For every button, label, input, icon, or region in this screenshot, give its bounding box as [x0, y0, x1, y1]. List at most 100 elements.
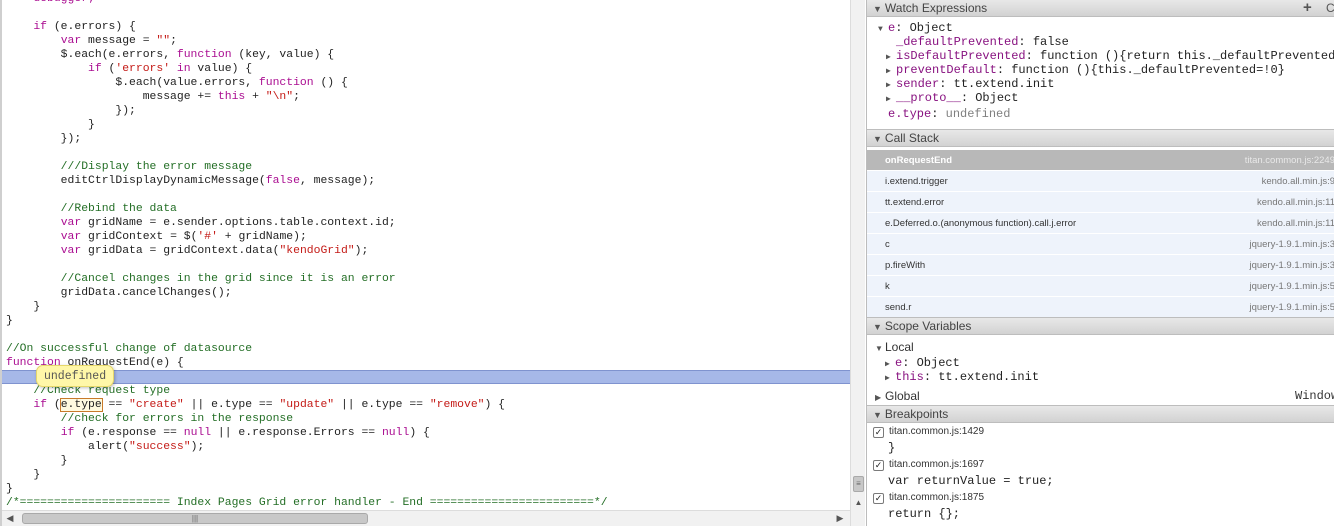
frame-source-link[interactable]: kendo.all.min.js:11	[1257, 213, 1334, 234]
add-watch-button[interactable]: +	[1303, 0, 1312, 16]
code-token: //check for errors in the response	[6, 413, 294, 425]
vertical-scroll-thumb[interactable]: ≡	[853, 476, 864, 492]
code-line[interactable]	[6, 6, 850, 20]
code-line[interactable]: });	[6, 104, 850, 118]
watch-extra-expression[interactable]: e.type: undefined	[888, 107, 1010, 121]
code-line[interactable]: if (e.response == null || e.response.Err…	[6, 426, 850, 440]
watch-root[interactable]: ▼ e: Object	[878, 21, 953, 35]
frame-source-link[interactable]: jquery-1.9.1.min.js:5	[1249, 297, 1334, 318]
scope-global[interactable]: ▶ Global Window	[875, 389, 1334, 403]
code-line[interactable]: }	[6, 454, 850, 468]
code-line[interactable]: ///Display the error message	[6, 160, 850, 174]
breakpoint-location[interactable]: titan.common.js:1429	[889, 426, 984, 437]
code-line[interactable]: //Check request type	[6, 384, 850, 398]
variable-value: Object	[916, 356, 960, 370]
scope-variable[interactable]: ▶ this: tt.extend.init	[885, 370, 1039, 384]
code-line[interactable]: //On successful change of datasource	[6, 342, 850, 356]
watch-expressions-header[interactable]: ▼ Watch Expressions + C	[867, 0, 1334, 17]
code-token: () {	[313, 77, 348, 89]
code-line[interactable]: var gridData = gridContext.data("kendoGr…	[6, 244, 850, 258]
code-line[interactable]: $.each(e.errors, function (key, value) {	[6, 48, 850, 62]
call-frame[interactable]: p.fireWith jquery-1.9.1.min.js:3	[867, 255, 1334, 276]
call-frame[interactable]: i.extend.trigger kendo.all.min.js:9	[867, 171, 1334, 192]
scope-variable[interactable]: ▶ e: Object	[885, 356, 960, 370]
frame-source-link[interactable]: kendo.all.min.js:9	[1262, 171, 1334, 192]
editor-vertical-scrollbar[interactable]: ≡ ▲	[850, 0, 865, 526]
code-line[interactable]: //check for errors in the response	[6, 412, 850, 426]
code-token: var	[60, 245, 82, 257]
code-token: (	[101, 63, 116, 75]
code-token: "kendoGrid"	[279, 245, 355, 257]
frame-source-link[interactable]: titan.common.js:2249	[1245, 150, 1334, 171]
code-line[interactable]	[6, 328, 850, 342]
scope-variables-header[interactable]: ▼ Scope Variables	[867, 317, 1334, 335]
code-line[interactable]: //Cancel changes in the grid since it is…	[6, 272, 850, 286]
watch-property[interactable]: ▶ __proto__: Object	[886, 91, 1018, 105]
watch-property[interactable]: ▶ isDefaultPrevented: function (){return …	[886, 49, 1334, 63]
code-line[interactable]: editCtrlDisplayDynamicMessage(false, mes…	[6, 174, 850, 188]
frame-source-link[interactable]: jquery-1.9.1.min.js:5	[1249, 276, 1334, 297]
scroll-up-arrow-icon[interactable]: ▲	[853, 497, 864, 508]
watch-property[interactable]: ▶ preventDefault: function (){this._defau…	[886, 63, 1285, 77]
code-line[interactable]: }	[6, 118, 850, 132]
watch-property[interactable]: _defaultPrevented: false	[886, 35, 1069, 49]
code-line[interactable]: if (e.type == "create" || e.type == "upd…	[6, 398, 850, 412]
breakpoint-checkbox[interactable]: ✓	[873, 493, 884, 504]
breakpoints-header[interactable]: ▼ Breakpoints	[867, 405, 1334, 423]
source-editor[interactable]: debugger; if (e.errors) { var message = …	[0, 0, 850, 526]
code-line[interactable]: });	[6, 132, 850, 146]
code-line[interactable]: gridData.cancelChanges();	[6, 286, 850, 300]
horizontal-scroll-thumb[interactable]: |||	[22, 513, 368, 524]
code-line[interactable]: //Rebind the data	[6, 202, 850, 216]
frame-source-link[interactable]: jquery-1.9.1.min.js:3	[1249, 255, 1334, 276]
call-frame[interactable]: e.Deferred.o.(anonymous function).call.j…	[867, 213, 1334, 234]
breakpoint-location[interactable]: titan.common.js:1875	[889, 492, 984, 503]
code-line[interactable]: $.each(value.errors, function () {	[6, 76, 850, 90]
property-value: tt.extend.init	[953, 77, 1055, 91]
code-token: });	[6, 133, 82, 145]
code-line[interactable]: if (e.errors) {	[6, 20, 850, 34]
frame-source-link[interactable]: jquery-1.9.1.min.js:3	[1249, 234, 1334, 255]
editor-horizontal-scrollbar[interactable]: ◀ ||| ▶	[2, 510, 850, 526]
scroll-left-arrow-icon[interactable]: ◀	[4, 512, 16, 525]
code-line[interactable]: /*====================== Index Pages Gri…	[6, 496, 850, 510]
code-line[interactable]	[6, 188, 850, 202]
code-line[interactable]: var message = "";	[6, 34, 850, 48]
scope-local[interactable]: ▼ Local	[875, 340, 914, 354]
code-line[interactable]: }	[6, 482, 850, 496]
breakpoint-checkbox[interactable]: ✓	[873, 460, 884, 471]
code-token: in	[176, 63, 191, 75]
code-token: (e.errors) {	[47, 21, 136, 33]
code-token: '#'	[197, 231, 218, 243]
refresh-watch-icon[interactable]: C	[1326, 0, 1334, 16]
code-line[interactable]: message += this + "\n";	[6, 90, 850, 104]
current-execution-line[interactable]	[2, 370, 850, 384]
code-line[interactable]: var gridName = e.sender.options.table.co…	[6, 216, 850, 230]
code-line[interactable]: }	[6, 314, 850, 328]
call-frame[interactable]: tt.extend.error kendo.all.min.js:11	[867, 192, 1334, 213]
variable-name: this	[895, 370, 924, 384]
scroll-right-arrow-icon[interactable]: ▶	[834, 512, 846, 525]
code-line[interactable]	[6, 146, 850, 160]
breakpoint-location[interactable]: titan.common.js:1697	[889, 459, 984, 470]
code-token: ==	[101, 399, 130, 411]
code-line[interactable]	[6, 258, 850, 272]
call-frame-selected[interactable]: onRequestEnd titan.common.js:2249	[867, 150, 1334, 171]
code-line[interactable]: alert("success");	[6, 440, 850, 454]
call-frame[interactable]: k jquery-1.9.1.min.js:5	[867, 276, 1334, 297]
code-line[interactable]: function onRequestEnd(e) {	[6, 356, 850, 370]
call-frame[interactable]: c jquery-1.9.1.min.js:3	[867, 234, 1334, 255]
breakpoint-checkbox[interactable]: ✓	[873, 427, 884, 438]
frame-source-link[interactable]: kendo.all.min.js:11	[1257, 192, 1334, 213]
code-line[interactable]: }	[6, 300, 850, 314]
call-stack-header[interactable]: ▼ Call Stack	[867, 129, 1334, 147]
code-line[interactable]: }	[6, 468, 850, 482]
code-line[interactable]: if ('errors' in value) {	[6, 62, 850, 76]
call-frame[interactable]: send.r jquery-1.9.1.min.js:5	[867, 297, 1334, 318]
code-token: var	[60, 35, 82, 47]
code-line[interactable]: var gridContext = $('#' + gridName);	[6, 230, 850, 244]
watch-property[interactable]: ▶ sender: tt.extend.init	[886, 77, 1054, 91]
